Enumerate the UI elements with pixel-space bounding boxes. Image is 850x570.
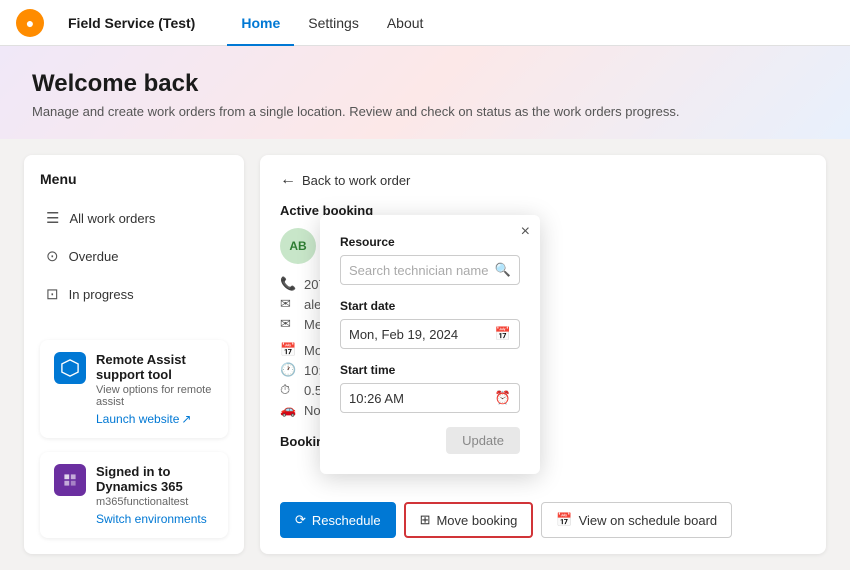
start-time-input[interactable]: 10:26 AM ⏰ bbox=[340, 383, 520, 413]
schedule-board-label: View on schedule board bbox=[579, 513, 718, 528]
message-icon: ✉ bbox=[280, 316, 296, 332]
move-icon: ⊞ bbox=[420, 512, 431, 528]
modal-close-button[interactable]: × bbox=[521, 223, 530, 241]
avatar-initials: AB bbox=[289, 239, 306, 253]
resource-placeholder: Search technician name bbox=[349, 263, 489, 278]
hero-subtitle: Manage and create work orders from a sin… bbox=[32, 104, 818, 119]
move-booking-modal: × Resource Search technician name 🔍 Star… bbox=[320, 215, 540, 474]
reschedule-button[interactable]: ⟳ Reschedule bbox=[280, 502, 396, 538]
overdue-icon: ⊙ bbox=[46, 247, 59, 265]
nav-about[interactable]: About bbox=[373, 0, 438, 46]
hero-banner: Welcome back Manage and create work orde… bbox=[0, 46, 850, 139]
app-name: Field Service (Test) bbox=[68, 15, 195, 31]
start-time-field: Start time 10:26 AM ⏰ bbox=[340, 363, 520, 413]
main-content: Menu ☰ All work orders ⊙ Overdue ⊡ In pr… bbox=[0, 139, 850, 570]
dynamics-card: Signed in to Dynamics 365 m365functional… bbox=[40, 452, 228, 538]
schedule-board-icon: 📅 bbox=[556, 512, 572, 528]
menu-item-in-progress[interactable]: ⊡ In progress bbox=[40, 277, 228, 311]
resource-field: Resource Search technician name 🔍 bbox=[340, 235, 520, 285]
external-link-icon: ↗ bbox=[181, 412, 191, 426]
tool-desc: View options for remote assist bbox=[96, 384, 214, 408]
calendar-icon: 📅 bbox=[280, 342, 296, 358]
search-icon: 🔍 bbox=[495, 262, 511, 278]
logo-letter: ● bbox=[26, 15, 34, 31]
action-buttons: ⟳ Reschedule ⊞ Move booking 📅 View on sc… bbox=[280, 502, 806, 538]
start-date-input[interactable]: Mon, Feb 19, 2024 📅 bbox=[340, 319, 520, 349]
tool-name: Remote Assist support tool bbox=[96, 352, 214, 382]
menu-label-overdue: Overdue bbox=[69, 249, 119, 264]
booking-panel: ← Back to work order Active booking AB A… bbox=[260, 155, 826, 554]
launch-website-link[interactable]: Launch website ↗ bbox=[96, 412, 191, 426]
start-date-value: Mon, Feb 19, 2024 bbox=[349, 327, 489, 342]
resource-label: Resource bbox=[340, 235, 520, 249]
remote-assist-icon bbox=[54, 352, 86, 384]
email-icon: ✉ bbox=[280, 296, 296, 312]
dynamics-name: Signed in to Dynamics 365 bbox=[96, 464, 214, 494]
menu-title: Menu bbox=[40, 171, 228, 187]
view-schedule-board-button[interactable]: 📅 View on schedule board bbox=[541, 502, 732, 538]
menu-item-all-work-orders[interactable]: ☰ All work orders bbox=[40, 201, 228, 235]
car-icon: 🚗 bbox=[280, 402, 296, 418]
dynamics-desc: m365functionaltest bbox=[96, 496, 214, 508]
app-logo: ● bbox=[16, 9, 44, 37]
tool-info: Remote Assist support tool View options … bbox=[96, 352, 214, 426]
switch-environments-link[interactable]: Switch environments bbox=[96, 512, 207, 526]
list-icon: ☰ bbox=[46, 209, 59, 227]
time-picker-icon: ⏰ bbox=[495, 390, 511, 406]
reschedule-label: Reschedule bbox=[312, 513, 381, 528]
menu-panel: Menu ☰ All work orders ⊙ Overdue ⊡ In pr… bbox=[24, 155, 244, 554]
clock-icon: 🕐 bbox=[280, 362, 296, 378]
move-label: Move booking bbox=[436, 513, 517, 528]
move-booking-button[interactable]: ⊞ Move booking bbox=[404, 502, 534, 538]
dynamics-header: Signed in to Dynamics 365 m365functional… bbox=[54, 464, 214, 526]
menu-item-overdue[interactable]: ⊙ Overdue bbox=[40, 239, 228, 273]
nav-settings[interactable]: Settings bbox=[294, 0, 373, 46]
nav-links: Home Settings About bbox=[227, 0, 437, 46]
avatar: AB bbox=[280, 228, 316, 264]
duration-icon: ⏱ bbox=[280, 382, 296, 398]
dynamics-icon bbox=[54, 464, 86, 496]
back-arrow-icon: ← bbox=[280, 171, 296, 189]
tool-header: Remote Assist support tool View options … bbox=[54, 352, 214, 426]
start-date-field: Start date Mon, Feb 19, 2024 📅 bbox=[340, 299, 520, 349]
menu-label-all: All work orders bbox=[69, 211, 155, 226]
menu-label-progress: In progress bbox=[69, 287, 134, 302]
update-button[interactable]: Update bbox=[446, 427, 520, 454]
calendar-picker-icon: 📅 bbox=[495, 326, 511, 342]
start-time-label: Start time bbox=[340, 363, 520, 377]
back-label: Back to work order bbox=[302, 173, 410, 188]
start-time-value: 10:26 AM bbox=[349, 391, 489, 406]
progress-icon: ⊡ bbox=[46, 285, 59, 303]
dynamics-info: Signed in to Dynamics 365 m365functional… bbox=[96, 464, 214, 526]
start-date-label: Start date bbox=[340, 299, 520, 313]
nav-home[interactable]: Home bbox=[227, 0, 294, 46]
topnav: ● Field Service (Test) Home Settings Abo… bbox=[0, 0, 850, 46]
phone-icon: 📞 bbox=[280, 276, 296, 292]
resource-search-input[interactable]: Search technician name 🔍 bbox=[340, 255, 520, 285]
hero-title: Welcome back bbox=[32, 70, 818, 98]
remote-assist-card: Remote Assist support tool View options … bbox=[40, 340, 228, 438]
back-to-work-order[interactable]: ← Back to work order bbox=[280, 171, 806, 189]
reschedule-icon: ⟳ bbox=[295, 512, 306, 528]
